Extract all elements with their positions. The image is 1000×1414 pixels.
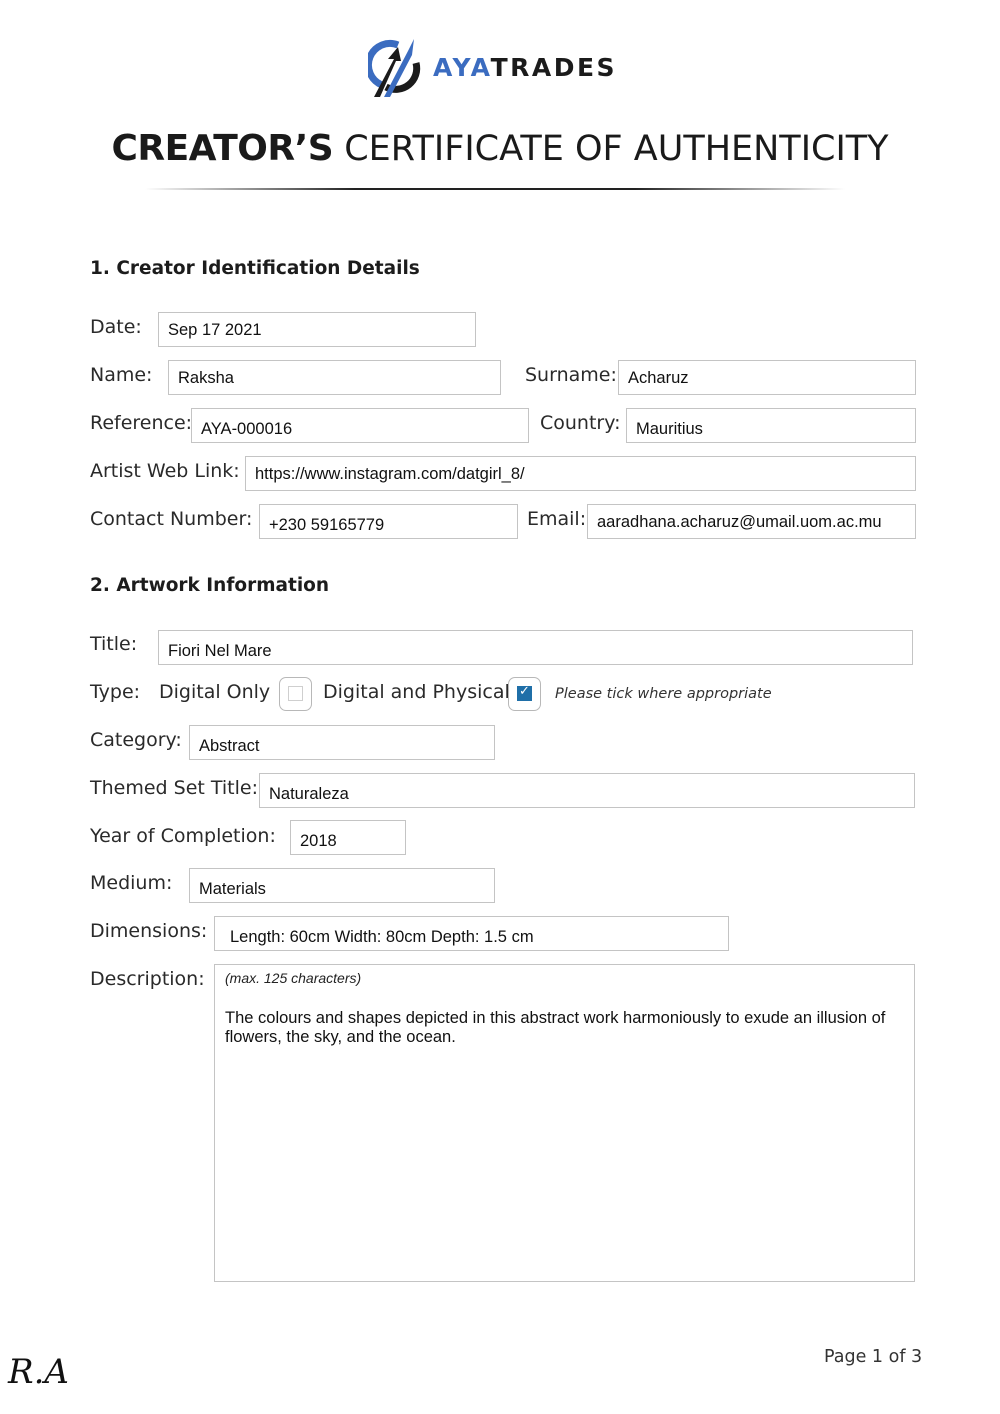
digital-and-physical-label: Digital and Physical xyxy=(323,681,510,703)
reference-label: Reference: xyxy=(90,412,193,434)
web-link-field[interactable]: https://www.instagram.com/datgirl_8/ xyxy=(245,456,916,491)
surname-label: Surname: xyxy=(525,364,617,386)
dimensions-label: Dimensions: xyxy=(90,920,208,942)
country-label: Country: xyxy=(540,412,621,434)
type-hint: Please tick where appropriate xyxy=(555,686,772,702)
brand-wordmark: AYATRADES xyxy=(433,53,617,82)
contact-number-field[interactable]: +230 59165779 xyxy=(259,504,518,539)
page-number: Page 1 of 3 xyxy=(824,1347,923,1367)
checkmark-icon: ✓ xyxy=(519,684,530,699)
description-label: Description: xyxy=(90,968,205,990)
document-title: CREATOR’S CERTIFICATE OF AUTHENTICITY xyxy=(0,128,1000,169)
signature: R.A xyxy=(8,1352,69,1392)
title-divider xyxy=(145,188,845,190)
title-light: CERTIFICATE OF AUTHENTICITY xyxy=(344,129,889,169)
email-label: Email: xyxy=(527,508,587,530)
title-label: Title: xyxy=(90,633,138,655)
digital-and-physical-checkbox[interactable]: ✓ xyxy=(508,677,541,711)
date-field[interactable]: Sep 17 2021 xyxy=(158,312,476,347)
description-hint: (max. 125 characters) xyxy=(225,970,362,986)
themed-set-title-label: Themed Set Title: xyxy=(90,777,258,799)
medium-label: Medium: xyxy=(90,872,173,894)
artwork-title-field[interactable]: Fiori Nel Mare xyxy=(158,630,913,665)
medium-field[interactable]: Materials xyxy=(189,868,495,903)
dimensions-field[interactable]: Length: 60cm Width: 80cm Depth: 1.5 cm xyxy=(214,916,729,951)
category-label: Category: xyxy=(90,729,182,751)
year-field[interactable]: 2018 xyxy=(290,820,406,855)
brand-suffix: TRADES xyxy=(490,53,618,82)
themed-set-title-field[interactable]: Naturaleza xyxy=(259,773,915,808)
type-label: Type: xyxy=(90,681,141,703)
name-field[interactable]: Raksha xyxy=(168,360,501,395)
contact-number-label: Contact Number: xyxy=(90,508,253,530)
country-field[interactable]: Mauritius xyxy=(626,408,916,443)
digital-only-label: Digital Only xyxy=(159,681,271,703)
year-label: Year of Completion: xyxy=(90,825,276,847)
checkbox-box: ✓ xyxy=(517,684,532,701)
section-1-heading: 1. Creator Identification Details xyxy=(90,258,420,279)
category-field[interactable]: Abstract xyxy=(189,725,495,760)
reference-field[interactable]: AYA-000016 xyxy=(191,408,529,443)
title-bold: CREATOR’S xyxy=(111,128,334,169)
name-label: Name: xyxy=(90,364,153,386)
brand-logo: AYATRADES xyxy=(368,35,638,103)
digital-only-checkbox[interactable] xyxy=(279,677,312,711)
email-field[interactable]: aaradhana.acharuz@umail.uom.ac.mu xyxy=(587,504,916,539)
web-link-label: Artist Web Link: xyxy=(90,460,240,482)
brand-prefix: AYA xyxy=(433,53,491,82)
section-2-heading: 2. Artwork Information xyxy=(90,575,330,596)
description-text: The colours and shapes depicted in this … xyxy=(225,1009,886,1046)
description-field[interactable]: (max. 125 characters) The colours and sh… xyxy=(214,964,915,1282)
ayatrades-logo-icon xyxy=(368,39,421,97)
date-label: Date: xyxy=(90,316,142,338)
checkbox-box xyxy=(288,686,303,701)
surname-field[interactable]: Acharuz xyxy=(618,360,916,395)
